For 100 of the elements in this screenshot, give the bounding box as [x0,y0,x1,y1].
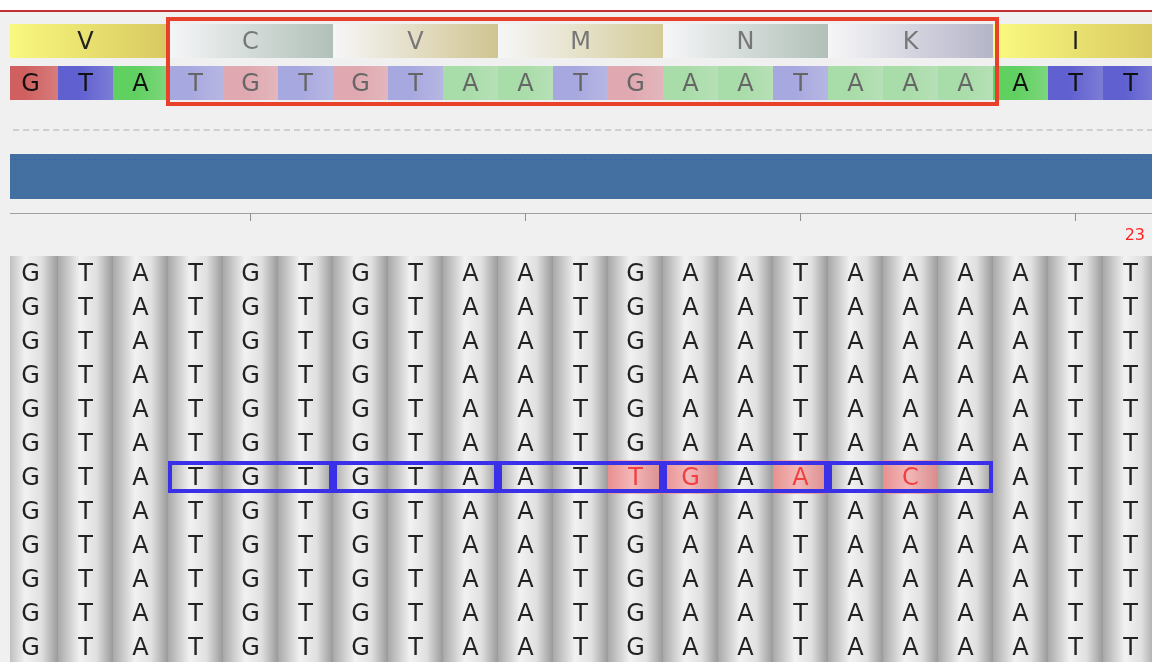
read-base-cell: T [1048,630,1103,662]
read-base-cell: T [553,256,608,290]
read-base-cell: A [113,358,168,392]
read-base-cell: G [333,528,388,562]
read-base-cell: T [278,324,333,358]
read-base-cell: T [168,562,223,596]
read-base-cell: A [498,392,553,426]
read-base-cell: G [608,528,663,562]
read-base-cell: T [773,256,828,290]
read-base-cell: T [1103,528,1152,562]
read-base-cell: G [223,290,278,324]
read-base-cell: A [113,460,168,494]
read-base-cell: G [10,290,58,324]
base-cell: T [1103,66,1152,100]
read-base-cell: G [10,324,58,358]
read-base-cell: T [773,596,828,630]
read-base-cell: G [223,528,278,562]
base-cell: A [883,66,938,100]
ruler-tick [1075,213,1076,221]
read-base-cell: T [553,324,608,358]
read-base-cell: G [608,358,663,392]
read-base-cell: A [938,358,993,392]
read-base-cell: T [773,358,828,392]
read-base-cell: T [773,392,828,426]
read-base-cell: G [608,426,663,460]
read-base-cell: G [608,596,663,630]
read-base-cell: A [993,494,1048,528]
read-base-cell: A [443,562,498,596]
read-base-cell: A [828,256,883,290]
read-base-cell: T [1103,290,1152,324]
read-base-cell: G [608,630,663,662]
read-base-cell: A [113,596,168,630]
read-base-cell: T [1103,392,1152,426]
ruler-tick [250,213,251,221]
base-cell: A [993,66,1048,100]
base-cell: T [58,66,113,100]
read-base-cell: T [553,426,608,460]
read-base-cell: T [1103,256,1152,290]
read-base-cell: T [553,392,608,426]
base-cell: G [10,66,58,100]
read-base-cell: A [498,256,553,290]
read-base-cell: T [773,528,828,562]
read-base-cell: G [223,324,278,358]
read-base-cell: A [883,630,938,662]
read-base-cell: A [718,528,773,562]
read-base-cell: A [443,494,498,528]
read-base-cell: G [608,256,663,290]
read-base-cell: T [58,290,113,324]
read-base-cell: A [443,324,498,358]
read-base-cell: A [443,256,498,290]
read-base-cell: G [333,290,388,324]
read-base-cell: T [168,324,223,358]
read-base-cell: T [58,426,113,460]
read-base-cell: T [1103,630,1152,662]
read-base-cell: A [663,358,718,392]
read-base-cell: T [388,256,443,290]
amino-acid-cell: N [663,24,828,58]
read-base-cell: T [58,392,113,426]
read-base-cell: T [278,494,333,528]
read-base-cell: T [388,630,443,662]
read-base-cell: A [828,358,883,392]
read-base-cell: T [278,562,333,596]
read-base-cell: A [443,426,498,460]
read-base-cell: A [993,460,1048,494]
read-base-cell: A [718,426,773,460]
read-base-cell: A [883,528,938,562]
base-cell: A [663,66,718,100]
read-base-cell: A [828,392,883,426]
read-base-cell: A [938,528,993,562]
read-base-cell: T [553,596,608,630]
read-base-cell: A [113,256,168,290]
read-base-cell: G [608,324,663,358]
read-base-cell: G [333,256,388,290]
read-base-cell: A [938,290,993,324]
ruler-tick [525,213,526,221]
read-base-cell: T [388,290,443,324]
base-cell: A [828,66,883,100]
read-base-cell: A [718,358,773,392]
base-cell: A [498,66,553,100]
read-base-cell: T [58,596,113,630]
read-base-cell: A [828,562,883,596]
read-base-cell: G [10,460,58,494]
read-base-cell: G [223,494,278,528]
amino-acid-cell: V [333,24,498,58]
read-base-cell: A [883,392,938,426]
read-base-cell: A [498,596,553,630]
read-base-cell: T [278,290,333,324]
read-base-cell: A [498,358,553,392]
read-base-cell: A [938,426,993,460]
read-base-cell: T [58,358,113,392]
read-base-cell: T [1048,392,1103,426]
read-base-cell: A [498,324,553,358]
read-base-cell: A [443,392,498,426]
read-base-cell: A [498,290,553,324]
read-base-cell: T [278,392,333,426]
read-base-cell: A [938,494,993,528]
read-base-cell: G [10,494,58,528]
read-base-cell: T [168,494,223,528]
amino-acid-cell: I [993,24,1152,58]
read-base-cell: T [553,562,608,596]
